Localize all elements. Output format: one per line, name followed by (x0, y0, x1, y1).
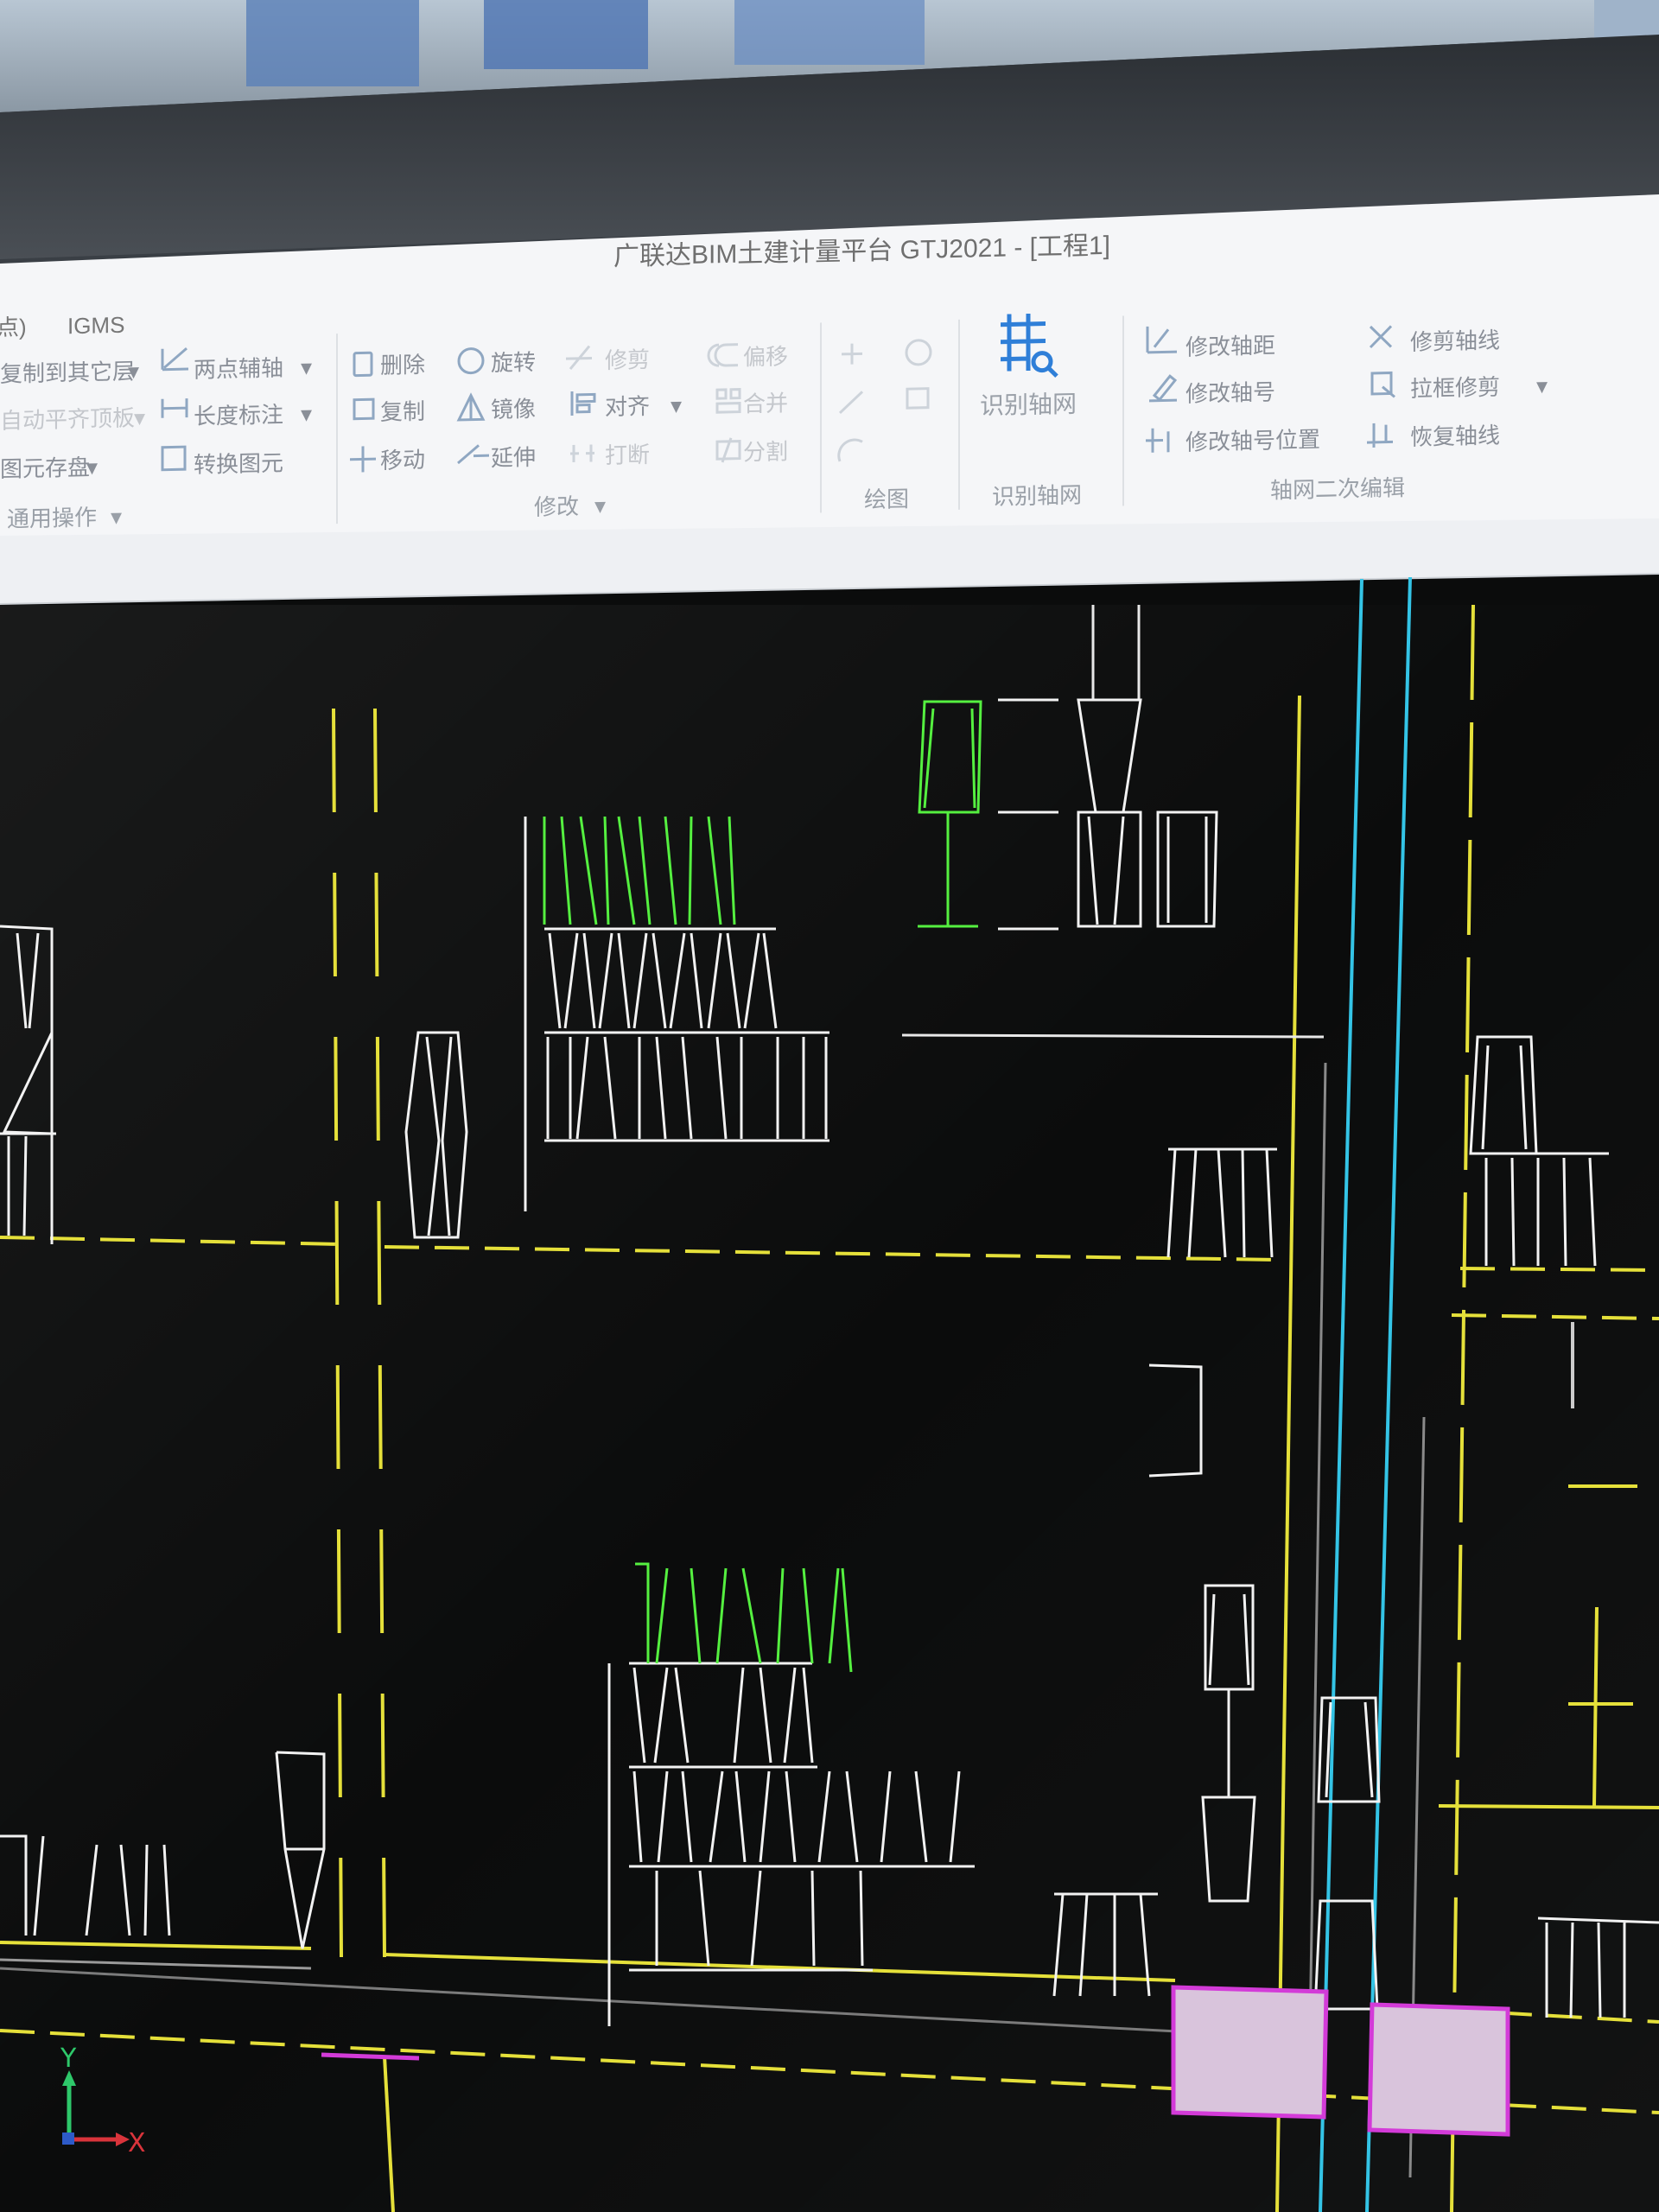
extend-label: 延伸 (491, 444, 536, 471)
align-label: 对齐 (605, 393, 650, 420)
chevron-down-icon: ▾ (111, 504, 122, 530)
modify-group-title[interactable]: 修改 (534, 493, 579, 520)
chevron-down-icon: ▾ (301, 401, 312, 427)
axis-edit-group-title: 轴网二次编辑 (1270, 474, 1405, 504)
chevron-down-icon: ▾ (594, 493, 606, 518)
chevron-down-icon: ▾ (134, 404, 145, 430)
merge-label: 合并 (743, 390, 788, 416)
mirror-label: 镜像 (491, 396, 536, 423)
rotate-label: 旋转 (491, 349, 536, 376)
break-label: 打断 (605, 442, 650, 468)
element-save-button[interactable]: 图元存盘 (0, 454, 90, 482)
copy-to-other-floor-button[interactable]: 复制到其它层 (0, 358, 135, 387)
edit-axis-number-label: 修改轴号 (1185, 379, 1275, 407)
chevron-down-icon: ▾ (1536, 372, 1548, 398)
drawing-canvas[interactable]: Y X (0, 575, 1659, 2212)
chevron-down-icon: ▾ (671, 392, 682, 418)
delete-label: 删除 (380, 352, 425, 378)
convert-element-label: 转换图元 (194, 450, 283, 478)
restore-axis-label: 恢复轴线 (1410, 423, 1500, 450)
auto-align-slab-button[interactable]: 自动平齐顶板 (0, 404, 135, 434)
copy-label: 复制 (380, 398, 425, 425)
offset-label: 偏移 (743, 343, 788, 370)
ucs-x-label: X (128, 2128, 146, 2158)
chevron-down-icon: ▾ (86, 454, 98, 480)
ucs-y-label: Y (60, 2044, 77, 2074)
draw-group-title: 绘图 (864, 486, 909, 512)
chevron-down-icon: ▾ (301, 354, 312, 380)
edit-axis-number-position-label: 修改轴号位置 (1185, 426, 1320, 455)
edit-axis-distance-label: 修改轴距 (1185, 333, 1275, 360)
general-operations-group-title[interactable]: 通用操作 (7, 504, 97, 531)
chevron-down-icon: ▾ (128, 358, 139, 384)
length-dimension-label: 长度标注 (194, 402, 283, 429)
tab-item[interactable]: 点) (0, 314, 27, 340)
two-point-axis-label: 两点辅轴 (194, 355, 283, 383)
recognize-axis-label: 识别轴网 (980, 391, 1077, 420)
monitor-screen: 广联达BIM土建计量平台 GTJ2021 - [工程1] 点) IGMS 复制到… (0, 194, 1659, 2212)
box-trim-label: 拉框修剪 (1410, 374, 1500, 402)
tab-igms[interactable]: IGMS (67, 312, 124, 340)
trim-label: 修剪 (605, 346, 650, 373)
recognize-axis-group-title: 识别轴网 (992, 482, 1082, 510)
move-label: 移动 (380, 447, 425, 474)
trim-axis-label: 修剪轴线 (1410, 327, 1500, 355)
split-label: 分割 (743, 438, 788, 465)
mirror-button[interactable]: 镜像 (456, 392, 536, 423)
